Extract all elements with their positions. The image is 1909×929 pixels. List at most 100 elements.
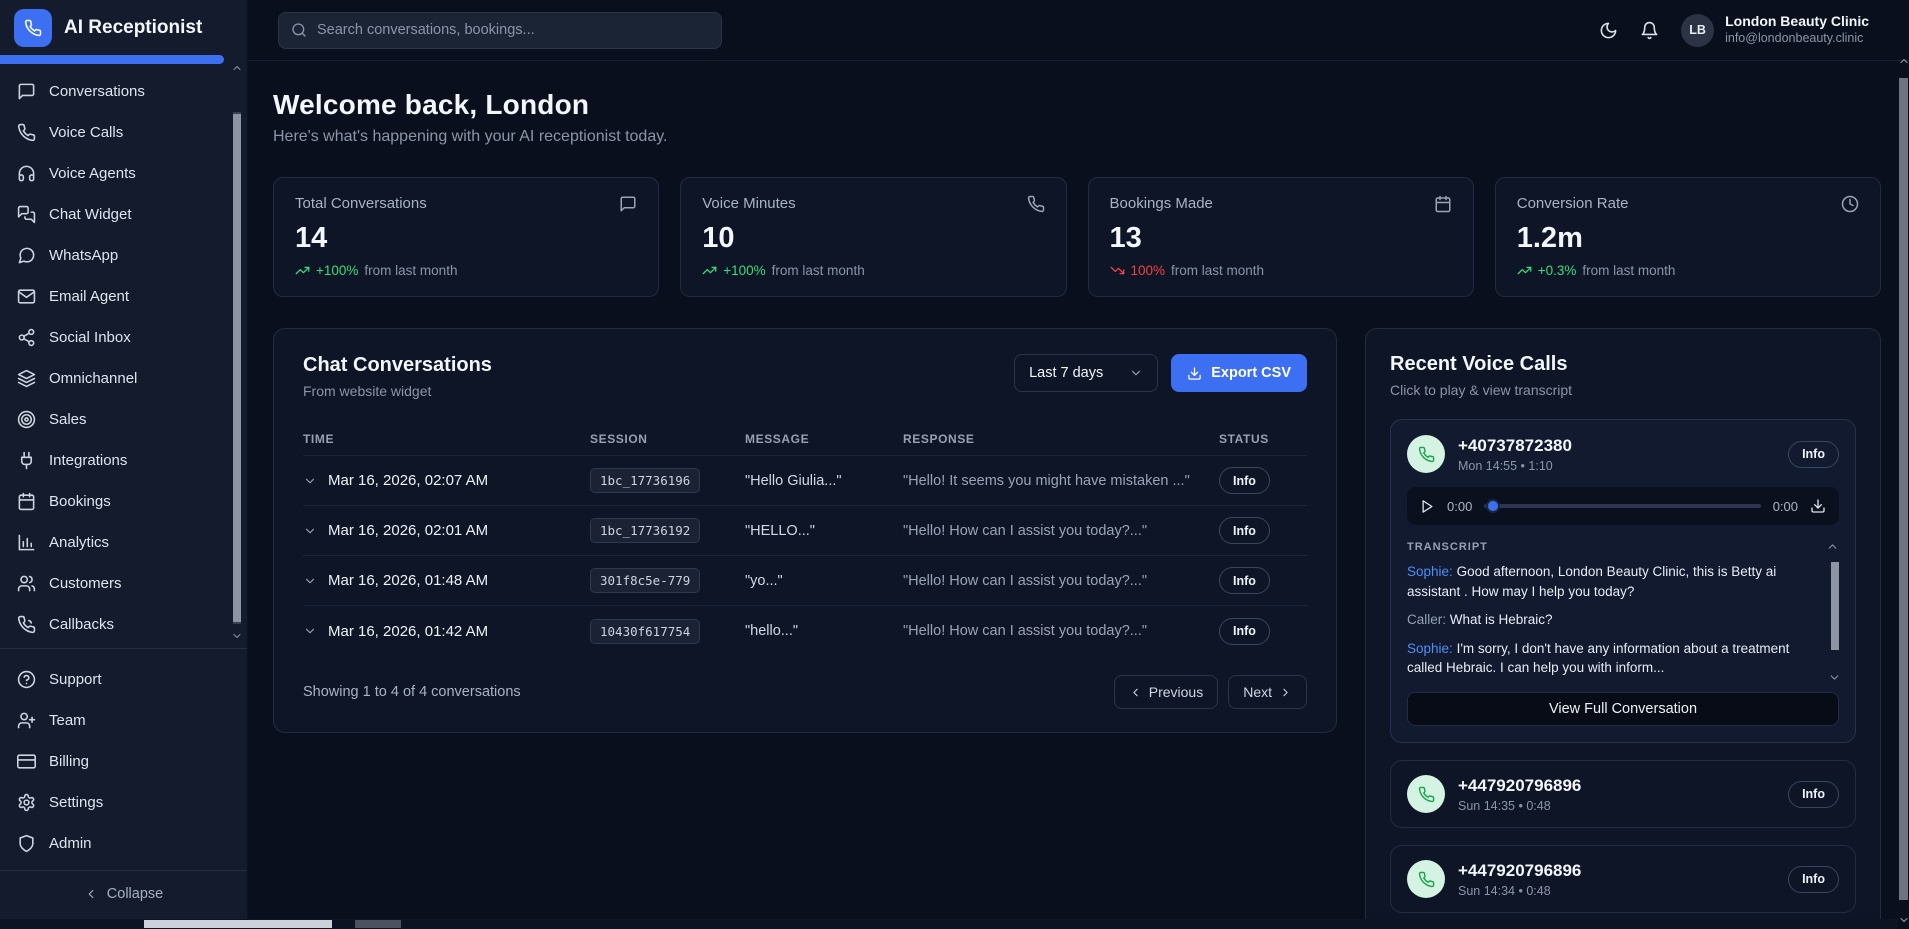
- seek-track: [1484, 504, 1760, 508]
- page-scrollbar-thumb[interactable]: [1899, 78, 1908, 900]
- chevron-down-icon[interactable]: [1828, 671, 1839, 680]
- player-current-time: 0:00: [1447, 499, 1472, 514]
- cell-time: Mar 16, 2026, 01:48 AM: [328, 572, 488, 589]
- voice-call-item[interactable]: +447920796896 Sun 14:35 • 0:48 Info: [1390, 760, 1856, 828]
- play-button[interactable]: [1420, 499, 1435, 514]
- shield-icon: [17, 834, 36, 853]
- chevron-down-icon: [1129, 366, 1143, 380]
- download-audio-button[interactable]: [1810, 498, 1826, 514]
- bell-icon: [1640, 21, 1659, 40]
- mail-icon: [17, 287, 36, 306]
- chevron-down-icon[interactable]: [303, 624, 317, 638]
- sidebar-item-billing[interactable]: Billing: [0, 741, 247, 782]
- sidebar-item-label: Callbacks: [49, 616, 114, 633]
- call-number: +447920796896: [1458, 861, 1581, 881]
- global-search[interactable]: [278, 12, 722, 49]
- voice-call-item[interactable]: +447920796896 Sun 14:34 • 0:48 Info: [1390, 845, 1856, 913]
- sidebar-item-omnichannel[interactable]: Omnichannel: [0, 358, 247, 399]
- sidebar-item-settings[interactable]: Settings: [0, 782, 247, 823]
- sidebar-scrollbar-thumb[interactable]: [233, 114, 241, 622]
- chevron-up-icon[interactable]: [1826, 540, 1839, 553]
- info-button[interactable]: Info: [1788, 781, 1839, 808]
- date-range-select[interactable]: Last 7 days: [1014, 354, 1158, 392]
- info-button[interactable]: Info: [1219, 567, 1270, 594]
- message-circle-icon: [17, 246, 36, 265]
- info-button[interactable]: Info: [1219, 618, 1270, 645]
- sidebar-item-admin[interactable]: Admin: [0, 823, 247, 864]
- table-row[interactable]: Mar 16, 2026, 01:48 AM 301f8c5e-779 "yo.…: [303, 556, 1307, 606]
- export-csv-button[interactable]: Export CSV: [1171, 354, 1307, 392]
- notifications-button[interactable]: [1640, 21, 1659, 40]
- clock-icon: [1841, 195, 1859, 213]
- seek-thumb[interactable]: [1486, 499, 1500, 513]
- info-button[interactable]: Info: [1788, 441, 1839, 468]
- previous-page-button[interactable]: Previous: [1114, 675, 1218, 709]
- sidebar-scrollbar[interactable]: [231, 62, 243, 642]
- stat-value: 10: [702, 222, 1044, 255]
- phone-icon: [24, 19, 42, 37]
- voice-panel-title: Recent Voice Calls: [1390, 353, 1856, 376]
- sidebar-item-analytics[interactable]: Analytics: [0, 522, 247, 563]
- info-button[interactable]: Info: [1788, 866, 1839, 893]
- chevron-down-icon[interactable]: [303, 524, 317, 538]
- page-vertical-scrollbar[interactable]: [1898, 55, 1909, 929]
- share-icon: [17, 328, 36, 347]
- search-input[interactable]: [317, 22, 709, 38]
- transcript-line: Sophie: Good afternoon, London Beauty Cl…: [1407, 562, 1821, 601]
- sidebar-item-whatsapp[interactable]: WhatsApp: [0, 235, 247, 276]
- scroll-up-icon[interactable]: [1898, 55, 1909, 67]
- speaker-name: Sophie:: [1407, 641, 1453, 656]
- seek-slider[interactable]: [1484, 499, 1760, 513]
- voice-call-header[interactable]: +40737872380 Mon 14:55 • 1:10 Info: [1407, 435, 1839, 473]
- horizontal-scrollbar-thumb-secondary[interactable]: [355, 920, 401, 928]
- scroll-down-icon[interactable]: [231, 630, 243, 642]
- search-icon: [291, 22, 307, 38]
- app-root: AI Receptionist Conversations Voice Call…: [0, 0, 1909, 929]
- moon-icon: [1599, 21, 1618, 40]
- topbar: LB London Beauty Clinic info@londonbeaut…: [248, 0, 1909, 61]
- sidebar-item-chat-widget[interactable]: Chat Widget: [0, 194, 247, 235]
- horizontal-scrollbar-thumb[interactable]: [144, 920, 332, 928]
- gear-icon: [17, 793, 36, 812]
- info-button[interactable]: Info: [1219, 517, 1270, 544]
- sidebar-scrollbar-track[interactable]: [233, 112, 241, 624]
- sidebar-item-sales[interactable]: Sales: [0, 399, 247, 440]
- sidebar-item-customers[interactable]: Customers: [0, 563, 247, 604]
- table-row[interactable]: Mar 16, 2026, 02:07 AM 1bc_17736196 "Hel…: [303, 456, 1307, 506]
- account-menu[interactable]: LB London Beauty Clinic info@londonbeaut…: [1681, 13, 1869, 46]
- phone-callback-icon: [17, 615, 36, 634]
- sidebar-item-bookings[interactable]: Bookings: [0, 481, 247, 522]
- session-badge: 1bc_17736196: [590, 468, 700, 493]
- table-row[interactable]: Mar 16, 2026, 01:42 AM 10430f617754 "hel…: [303, 606, 1307, 656]
- scroll-down-icon[interactable]: [1898, 914, 1909, 926]
- sidebar-item-voice-agents[interactable]: Voice Agents: [0, 153, 247, 194]
- chevron-down-icon[interactable]: [303, 574, 317, 588]
- chat-conversations-panel: Chat Conversations From website widget L…: [273, 328, 1337, 733]
- sidebar-item-label: Voice Agents: [49, 165, 136, 182]
- table-row[interactable]: Mar 16, 2026, 02:01 AM 1bc_17736192 "HEL…: [303, 506, 1307, 556]
- page-title: Welcome back, London: [273, 89, 1881, 121]
- sidebar-item-team[interactable]: Team: [0, 700, 247, 741]
- sidebar-item-callbacks[interactable]: Callbacks: [0, 604, 247, 645]
- chevron-down-icon[interactable]: [303, 474, 317, 488]
- stat-trend-value: +0.3%: [1538, 263, 1577, 278]
- sidebar-collapse-button[interactable]: Collapse: [0, 870, 247, 917]
- sidebar-item-voice-calls[interactable]: Voice Calls: [0, 112, 247, 153]
- sidebar-item-conversations[interactable]: Conversations: [0, 71, 247, 112]
- dark-mode-toggle[interactable]: [1599, 21, 1618, 40]
- transcript-line: Caller: What is Hebraic?: [1407, 610, 1821, 630]
- info-button[interactable]: Info: [1219, 467, 1270, 494]
- sidebar-item-social-inbox[interactable]: Social Inbox: [0, 317, 247, 358]
- transcript-scrollbar[interactable]: [1830, 562, 1839, 680]
- page-horizontal-scrollbar[interactable]: [0, 919, 1898, 929]
- sidebar-item-support[interactable]: Support: [0, 659, 247, 700]
- sidebar-item-email-agent[interactable]: Email Agent: [0, 276, 247, 317]
- trending-down-icon: [1110, 263, 1125, 278]
- transcript-scrollbar-thumb[interactable]: [1831, 562, 1839, 650]
- sidebar-item-label: Support: [49, 671, 102, 688]
- chat-panel-subtitle: From website widget: [303, 383, 492, 399]
- scroll-up-icon[interactable]: [231, 62, 243, 74]
- view-full-conversation-button[interactable]: View Full Conversation: [1407, 692, 1839, 726]
- sidebar-item-integrations[interactable]: Integrations: [0, 440, 247, 481]
- next-page-button[interactable]: Next: [1228, 675, 1307, 709]
